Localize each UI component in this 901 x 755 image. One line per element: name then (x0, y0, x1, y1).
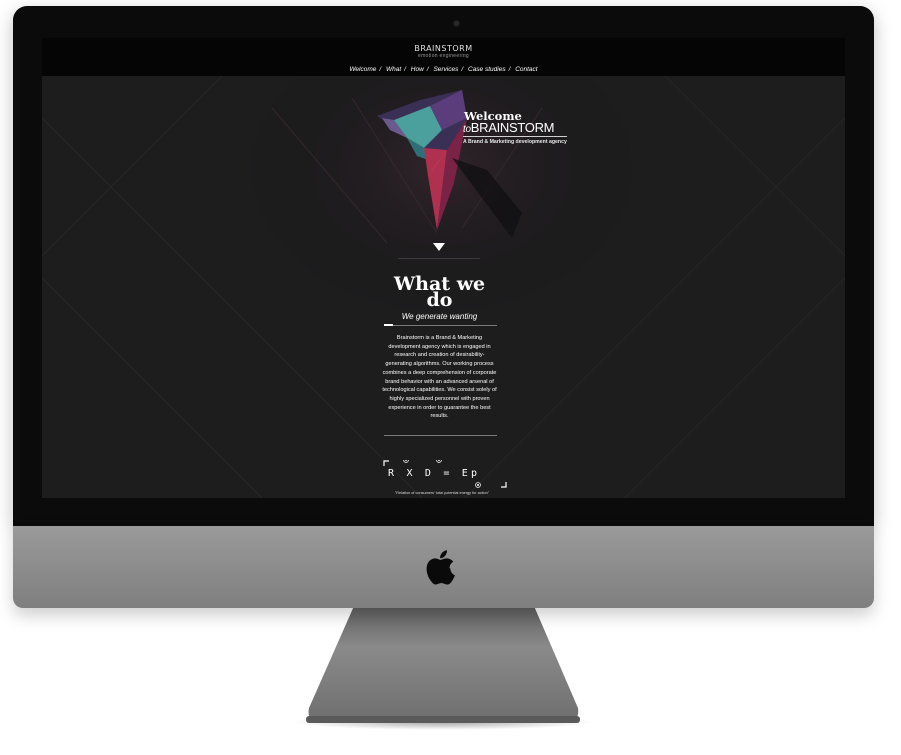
hero-divider (463, 136, 567, 137)
site-logo[interactable]: BRAINSTORM (42, 44, 845, 53)
main-nav: Welcome / What / How / Services / Case studi… (42, 66, 845, 73)
nav-separator: / (379, 66, 382, 73)
hero-brand-name: BRAINSTORM (470, 120, 555, 135)
section-title: What we do (382, 275, 497, 310)
subtitle-rule (384, 325, 497, 326)
camera-dot-icon (454, 21, 459, 26)
nav-contact[interactable]: Contact (515, 66, 537, 73)
subtitle-rule-accent (384, 324, 393, 326)
nav-what[interactable]: What (386, 66, 401, 73)
nav-separator: / (404, 66, 406, 73)
body-rule (384, 435, 497, 436)
hero-to: to (463, 124, 471, 135)
website-screen: BRAINSTORM emotion engineering Welcome / … (42, 38, 845, 498)
nav-how[interactable]: How (411, 66, 424, 73)
apple-logo-icon (426, 550, 455, 585)
down-arrow-icon[interactable] (433, 243, 445, 251)
nav-separator: / (426, 66, 429, 73)
nav-separator: / (508, 66, 511, 73)
nav-case-studies[interactable]: Case studies (468, 66, 506, 73)
nav-services[interactable]: Services (433, 66, 458, 73)
nav-separator: / (461, 66, 464, 73)
section-subtitle: We generate wanting (401, 312, 478, 321)
section-body: Brainstorm is a Brand & Marketing develo… (382, 335, 497, 420)
hero-brand: toBRAINSTORM (463, 120, 554, 135)
formula-text: R X D = Ep (388, 468, 481, 479)
nav-welcome[interactable]: Welcome (349, 66, 376, 73)
background-pattern (42, 38, 845, 498)
formula-note: "Relation of consumers' total potential … (394, 491, 490, 495)
section-divider (398, 258, 480, 259)
site-tagline: emotion engineering (417, 53, 469, 59)
hero-subtitle: A Brand & Marketing development agency (463, 139, 567, 145)
